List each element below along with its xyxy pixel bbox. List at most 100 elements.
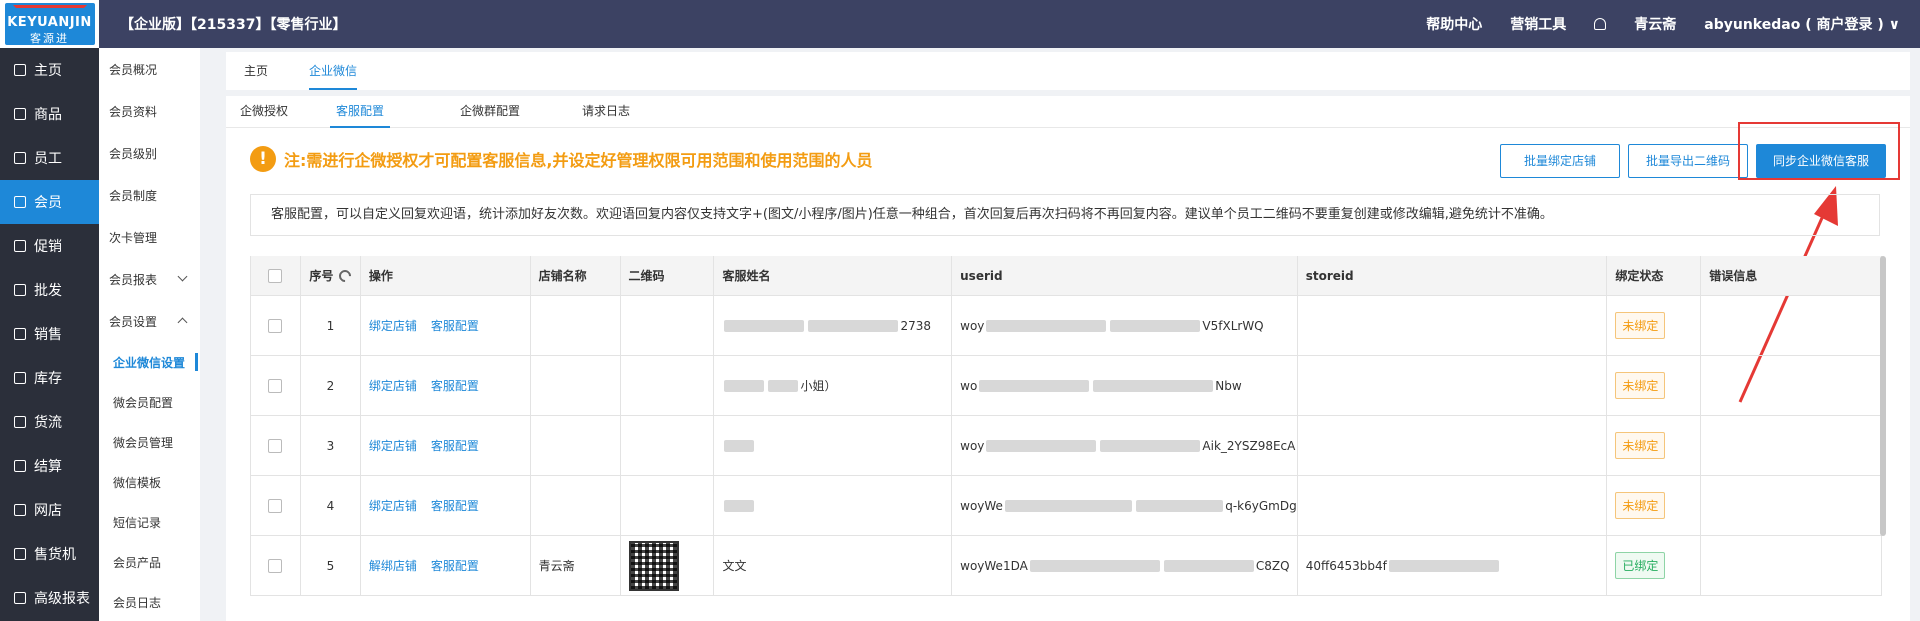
redacted	[986, 319, 1107, 332]
redacted	[986, 439, 1097, 452]
row-qr[interactable]	[621, 356, 715, 415]
tab-service-config[interactable]: 客服配置	[330, 96, 391, 128]
batch-bind-store-button[interactable]: 批量绑定店铺	[1500, 144, 1620, 178]
qr-code[interactable]	[628, 540, 679, 591]
tab-wecom[interactable]: 企业微信	[309, 52, 358, 90]
nav-item-1[interactable]: 商品	[0, 92, 99, 136]
nav-item-8[interactable]: 货流	[0, 400, 99, 444]
row-checkbox[interactable]	[251, 296, 301, 355]
tab-wecom-auth[interactable]: 企微授权	[240, 96, 288, 128]
col-no: 序号	[301, 256, 361, 295]
tab-group-config[interactable]: 企微群配置	[460, 96, 520, 128]
row-store: 青云斋	[531, 536, 621, 595]
row-storeid	[1298, 476, 1608, 535]
status-badge: 未绑定	[1615, 372, 1666, 399]
checkbox-box[interactable]	[268, 318, 283, 333]
bind-store-link[interactable]: 绑定店铺	[369, 317, 417, 334]
row-userid: woyWe q-k6yGmDg	[952, 476, 1298, 535]
tab-home[interactable]: 主页	[244, 52, 268, 90]
subnav-child-0[interactable]: 企业微信设置	[99, 342, 200, 382]
row-checkbox[interactable]	[251, 476, 301, 535]
table-row: 5 解绑店铺 客服配置 青云斋 文文 woyWe1DA C8ZQ 40ff6453bb4f 已绑…	[251, 536, 1881, 596]
row-qr[interactable]	[621, 296, 715, 355]
row-qr[interactable]	[621, 476, 715, 535]
user-menu[interactable]: abyunkedao ( 商户登录 ) ∨	[1704, 14, 1900, 34]
chevron-down-icon	[177, 271, 188, 282]
checkbox-box[interactable]	[268, 558, 283, 573]
row-ops: 绑定店铺 客服配置	[361, 296, 531, 355]
service-config-link[interactable]: 客服配置	[431, 557, 479, 574]
checkbox-box[interactable]	[268, 268, 283, 283]
subnav-item-0[interactable]: 会员概况	[99, 48, 200, 90]
wrench-icon[interactable]	[336, 267, 354, 284]
userid-suffix: Aik_2YSZ98EcA	[1202, 438, 1296, 453]
redacted	[1004, 499, 1132, 512]
nav-item-9[interactable]: 结算	[0, 444, 99, 488]
row-qr[interactable]	[621, 536, 715, 595]
redacted	[724, 499, 755, 512]
nav-item-4[interactable]: 促销	[0, 224, 99, 268]
checkbox-box[interactable]	[268, 378, 283, 393]
checkbox-box[interactable]	[268, 498, 283, 513]
nav-item-label: 高级报表	[34, 591, 90, 607]
userid-suffix: V5fXLrWQ	[1202, 318, 1264, 333]
subnav-item-3[interactable]: 会员制度	[99, 174, 200, 216]
service-config-link[interactable]: 客服配置	[431, 437, 479, 454]
nav-item-3[interactable]: 会员	[0, 180, 99, 224]
bind-store-link[interactable]: 绑定店铺	[369, 437, 417, 454]
nav-item-0[interactable]: 主页	[0, 48, 99, 92]
row-error	[1701, 536, 1881, 595]
row-ops: 绑定店铺 客服配置	[361, 476, 531, 535]
subnav-child-1[interactable]: 微会员配置	[99, 382, 200, 422]
nav-icon	[14, 240, 26, 252]
subnav-child-2[interactable]: 微会员管理	[99, 422, 200, 462]
bell-icon[interactable]	[1594, 18, 1607, 30]
marketing-tools-link[interactable]: 营销工具	[1510, 14, 1566, 34]
table-row: 1 绑定店铺 客服配置 2738 woy V5fXLrWQ 未绑定	[251, 296, 1881, 356]
row-userid: wo Nbw	[952, 356, 1298, 415]
subnav-child-5[interactable]: 会员产品	[99, 542, 200, 582]
subnav-item-5[interactable]: 会员报表	[99, 258, 200, 300]
subnav-item-6[interactable]: 会员设置	[99, 300, 200, 342]
subnav-child-6[interactable]: 会员日志	[99, 582, 200, 621]
subnav-child-4[interactable]: 短信记录	[99, 502, 200, 542]
nav-item-12[interactable]: 高级报表	[0, 576, 99, 620]
row-checkbox[interactable]	[251, 536, 301, 595]
store-name[interactable]: 青云斋	[1634, 14, 1676, 34]
subnav-item-1[interactable]: 会员资料	[99, 90, 200, 132]
subnav-item-2[interactable]: 会员级别	[99, 132, 200, 174]
col-name: 客服姓名	[714, 256, 953, 295]
nav-item-5[interactable]: 批发	[0, 268, 99, 312]
tab-request-log[interactable]: 请求日志	[582, 96, 630, 128]
service-config-link[interactable]: 客服配置	[431, 497, 479, 514]
nav-item-2[interactable]: 员工	[0, 136, 99, 180]
nav-item-6[interactable]: 销售	[0, 312, 99, 356]
service-config-link[interactable]: 客服配置	[431, 317, 479, 334]
row-checkbox[interactable]	[251, 356, 301, 415]
logo[interactable]: KEYUANJIN 客源进	[0, 0, 99, 48]
nav-icon	[14, 284, 26, 296]
table-row: 4 绑定店铺 客服配置 woyWe q-k6yGmDg 未绑定	[251, 476, 1881, 536]
redacted	[1110, 319, 1201, 332]
select-all-checkbox[interactable]	[251, 256, 301, 295]
bind-store-link[interactable]: 绑定店铺	[369, 377, 417, 394]
bind-store-link[interactable]: 绑定店铺	[369, 497, 417, 514]
nav-item-label: 会员	[34, 195, 62, 211]
logo-text-cn: 客源进	[30, 32, 69, 45]
checkbox-box[interactable]	[268, 438, 283, 453]
nav-item-11[interactable]: 售货机	[0, 532, 99, 576]
subnav-item-4[interactable]: 次卡管理	[99, 216, 200, 258]
row-qr[interactable]	[621, 416, 715, 475]
bind-store-link[interactable]: 解绑店铺	[369, 557, 417, 574]
row-checkbox[interactable]	[251, 416, 301, 475]
nav-item-10[interactable]: 网店	[0, 488, 99, 532]
table-scrollbar[interactable]	[1880, 256, 1886, 536]
storeid-prefix: 40ff6453bb4f	[1305, 558, 1387, 573]
redacted	[1029, 559, 1160, 572]
help-center-link[interactable]: 帮助中心	[1426, 14, 1482, 34]
redacted	[1163, 559, 1254, 572]
service-config-link[interactable]: 客服配置	[431, 377, 479, 394]
nav-item-7[interactable]: 库存	[0, 356, 99, 400]
batch-export-qr-button[interactable]: 批量导出二维码	[1628, 144, 1748, 178]
subnav-child-3[interactable]: 微信模板	[99, 462, 200, 502]
